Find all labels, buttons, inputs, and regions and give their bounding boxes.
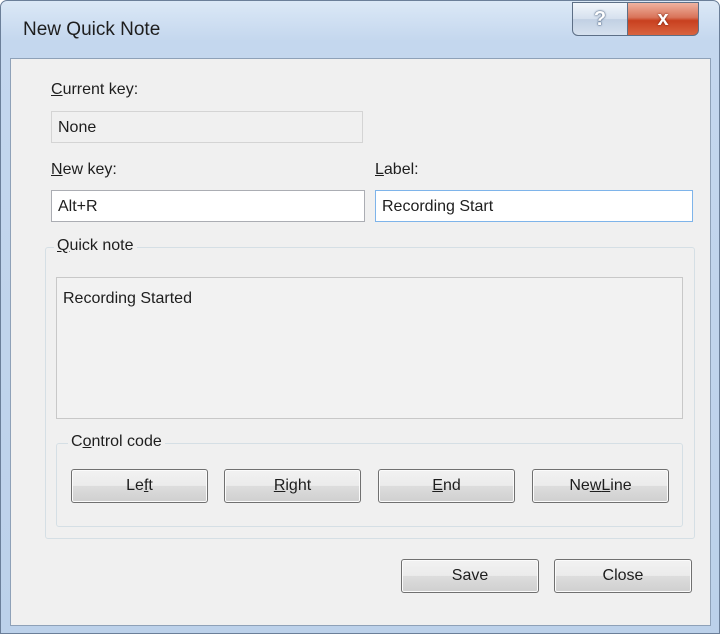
quick-note-textarea[interactable]: Recording Started	[56, 277, 683, 419]
new-line-post: Line	[601, 477, 632, 494]
dialog-window: New Quick Note ? x Current key: None New…	[0, 0, 720, 634]
new-key-field[interactable]: Alt+R	[51, 190, 365, 222]
close-window-button[interactable]: x	[627, 2, 699, 36]
title-bar[interactable]: New Quick Note ? x	[1, 1, 719, 57]
window-title: New Quick Note	[23, 19, 161, 40]
help-icon: ?	[593, 7, 607, 30]
dialog-client-area: Current key: None New key: Alt+R Label: …	[10, 58, 711, 626]
left-button[interactable]: Le f t	[71, 469, 208, 503]
control-code-legend: Control code	[68, 433, 165, 451]
save-button[interactable]: Save	[401, 559, 539, 593]
current-key-label: Current key:	[51, 81, 139, 98]
new-line-button[interactable]: Ne w Line	[532, 469, 669, 503]
label-field-label: Label:	[375, 161, 419, 178]
help-button[interactable]: ?	[572, 2, 628, 36]
new-key-label: New key:	[51, 161, 117, 178]
current-key-field: None	[51, 111, 363, 143]
close-icon: x	[657, 7, 669, 30]
close-button[interactable]: Close	[554, 559, 692, 593]
label-input[interactable]: Recording Start	[375, 190, 693, 222]
right-button[interactable]: Right	[224, 469, 361, 503]
end-button[interactable]: End	[378, 469, 515, 503]
quick-note-legend: Quick note	[54, 237, 137, 255]
